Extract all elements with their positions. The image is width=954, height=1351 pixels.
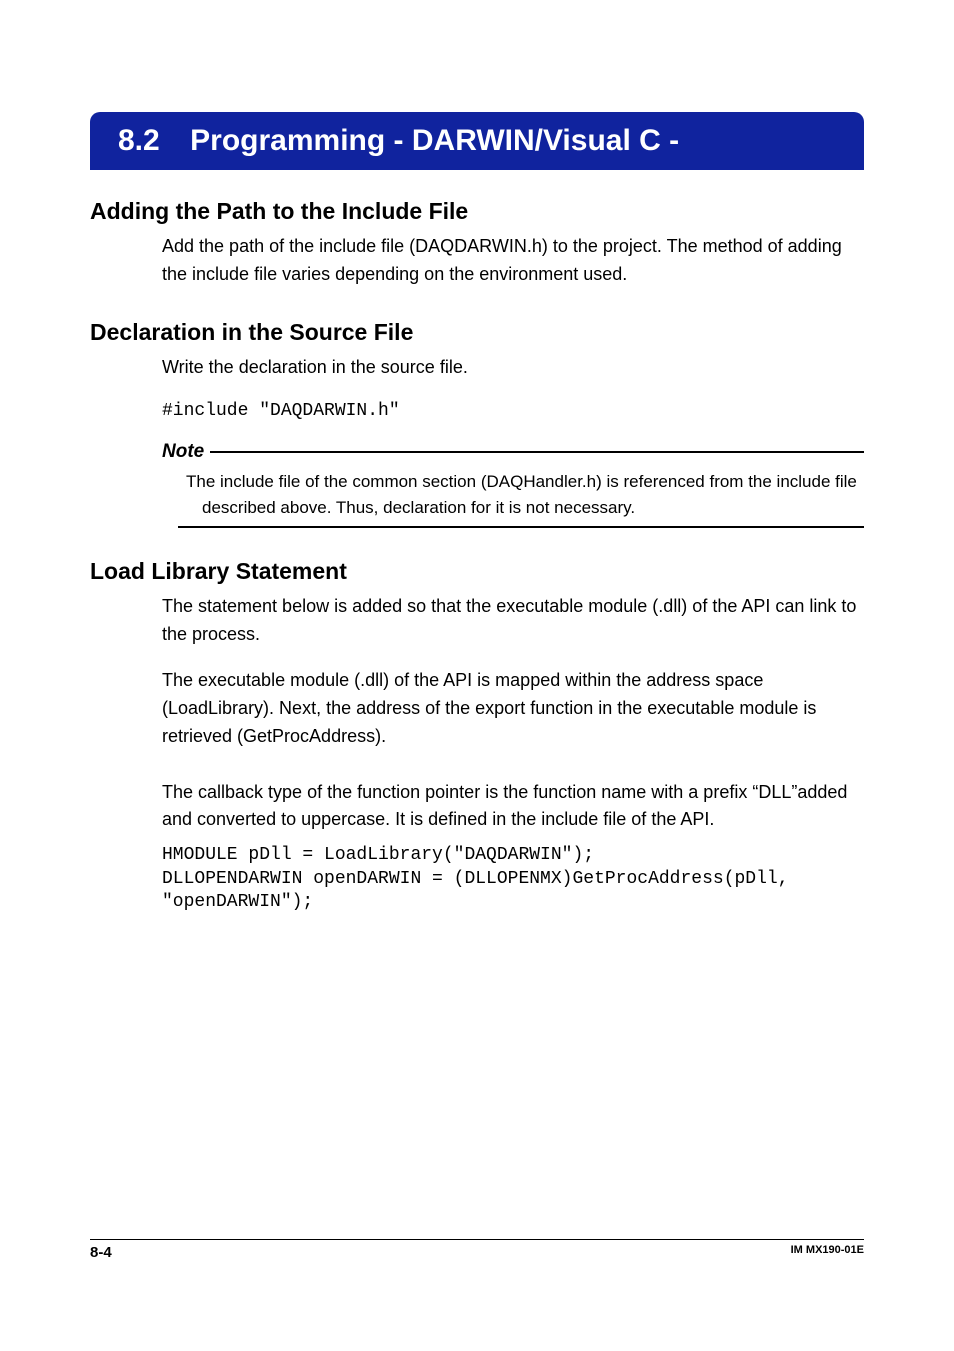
- document-id: IM MX190-01E: [791, 1244, 864, 1256]
- page-footer: 8-4 IM MX190-01E: [90, 1239, 864, 1261]
- note-rule-top: [210, 451, 864, 453]
- subsection-declaration: Declaration in the Source File Write the…: [90, 319, 864, 528]
- note-block: Note The include file of the common sect…: [162, 441, 864, 528]
- note-label: Note: [162, 441, 204, 463]
- note-body: The include file of the common section (…: [178, 469, 864, 528]
- subsection-title: Declaration in the Source File: [90, 319, 864, 346]
- body-text: The statement below is added so that the…: [162, 593, 864, 649]
- section-title: Programming - DARWIN/Visual C -: [190, 124, 679, 158]
- note-label-row: Note: [162, 441, 864, 463]
- subsection-load-library: Load Library Statement The statement bel…: [90, 558, 864, 914]
- body-text: Add the path of the include file (DAQDAR…: [162, 233, 864, 289]
- body-text: The executable module (.dll) of the API …: [162, 667, 864, 751]
- subsection-adding-path: Adding the Path to the Include File Add …: [90, 198, 864, 289]
- section-number: 8.2: [118, 124, 160, 158]
- subsection-title: Adding the Path to the Include File: [90, 198, 864, 225]
- body-text: The callback type of the function pointe…: [162, 779, 864, 835]
- code-block: #include "DAQDARWIN.h": [162, 400, 864, 423]
- section-header: 8.2 Programming - DARWIN/Visual C -: [90, 112, 864, 170]
- page-number: 8-4: [90, 1244, 112, 1261]
- code-block: HMODULE pDll = LoadLibrary("DAQDARWIN");…: [162, 844, 864, 914]
- page-content: 8.2 Programming - DARWIN/Visual C - Addi…: [0, 0, 954, 914]
- subsection-title: Load Library Statement: [90, 558, 864, 585]
- body-text: Write the declaration in the source file…: [162, 354, 864, 382]
